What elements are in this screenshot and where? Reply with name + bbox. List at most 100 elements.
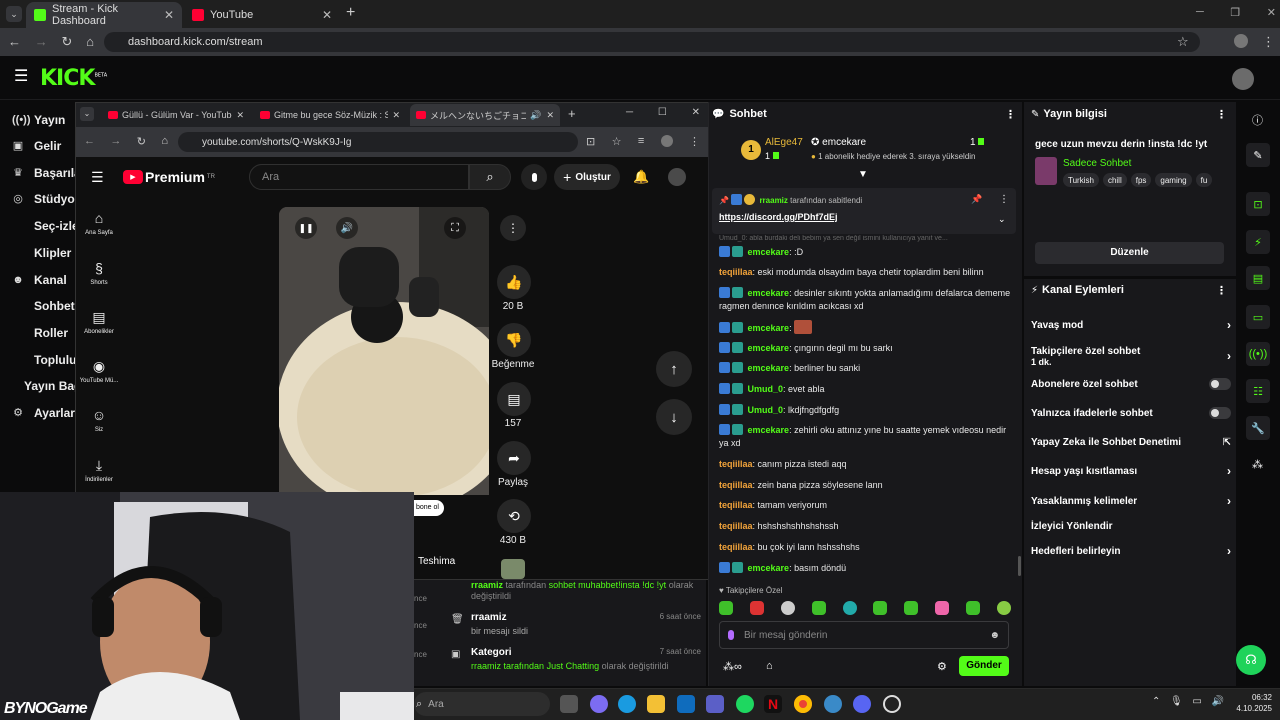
file-explorer-icon[interactable]	[647, 695, 665, 713]
store-icon[interactable]: ⌂	[766, 660, 773, 672]
minimize-icon[interactable]: ─	[1196, 6, 1204, 19]
microphone-icon[interactable]: 🎙	[1170, 696, 1183, 707]
unpin-icon[interactable]: 📌	[971, 194, 982, 205]
comments-button[interactable]: ▤	[497, 382, 531, 416]
microphone-icon[interactable]	[728, 630, 734, 640]
user-avatar[interactable]	[1232, 68, 1254, 90]
maximize-icon[interactable]: ❐	[1230, 6, 1240, 19]
nav-item-roller[interactable]: Roller	[34, 321, 68, 345]
channel-actions-menu-icon[interactable]: ⋮	[1216, 284, 1227, 297]
minimize-icon[interactable]: ─	[626, 107, 633, 118]
yt-tab-crepe[interactable]: メルヘンないちごチョコクレープ🔊✕	[410, 104, 560, 126]
new-tab-button[interactable]: +	[346, 4, 355, 22]
home-icon[interactable]: ⌂	[86, 34, 94, 50]
chat-message[interactable]: emcekare: desinler sıkıntı yokta anlamad…	[719, 287, 1011, 313]
yt-side-music[interactable]: ◉ YouTube Mü...	[73, 358, 125, 384]
audio-icon[interactable]: 🔊	[530, 110, 541, 121]
forward-icon[interactable]: →	[110, 135, 121, 148]
reload-icon[interactable]: ↻	[61, 34, 72, 50]
yt-side-subscriptions[interactable]: ▤ Abonelikler	[73, 309, 125, 335]
share-button[interactable]: ➦	[497, 441, 531, 475]
yt-voice-search-button[interactable]	[521, 164, 547, 190]
rail-layout-button[interactable]: ☷	[1246, 379, 1270, 403]
obs-icon[interactable]	[883, 695, 901, 713]
nav-item-studyo[interactable]: ◎ Stüdyo	[12, 187, 74, 211]
yt-window-controls[interactable]: ─ ☐ ✕	[626, 107, 700, 118]
yt-tab-gitme[interactable]: Gitme bu gece Söz-Müzik : Sa ✕	[254, 104, 406, 126]
chat-username[interactable]: emcekare	[748, 323, 790, 333]
nav-item-klipler[interactable]: Klipler	[34, 241, 71, 265]
yt-create-button[interactable]: + Oluştur	[554, 164, 620, 190]
nav-item-sec-izle[interactable]: Seç-izle	[34, 214, 79, 238]
support-button[interactable]: ☊	[1236, 645, 1266, 675]
fullscreen-icon[interactable]: ⛶	[444, 217, 466, 239]
tab-search-button[interactable]: ⌄	[6, 6, 22, 22]
chat-username[interactable]: emcekare	[748, 425, 790, 435]
pause-icon[interactable]: ❚❚	[295, 217, 317, 239]
close-icon[interactable]: ✕	[692, 107, 700, 118]
chat-message[interactable]: teqiillaa: hshshshshhshshssh	[719, 520, 1011, 533]
yt-user-avatar[interactable]	[668, 168, 686, 186]
chevron-up-icon[interactable]: ⌃	[1152, 696, 1160, 707]
bookmark-star-icon[interactable]: ☆	[1177, 34, 1189, 50]
sound-thumbnail[interactable]	[501, 559, 525, 579]
channel-action-item[interactable]: Yasaklanmış kelimeler ›	[1031, 493, 1231, 509]
discord-icon[interactable]	[853, 695, 871, 713]
chat-username[interactable]: emcekare	[748, 288, 790, 298]
nav-item-kanal[interactable]: ☻ Kanal	[12, 268, 66, 292]
next-short-button[interactable]: ↓	[656, 399, 692, 435]
teams-icon[interactable]	[706, 695, 724, 713]
forward-icon[interactable]: →	[35, 34, 48, 50]
chat-username[interactable]: teqiillaa	[719, 480, 753, 490]
chat-scrollbar[interactable]	[1018, 556, 1021, 576]
chat-username[interactable]: Umud_0	[748, 405, 784, 415]
home-icon[interactable]: ⌂	[161, 135, 168, 148]
rail-lightning-button[interactable]: ⚡	[1246, 230, 1270, 254]
stream-category[interactable]: Sadece Sohbet	[1063, 158, 1131, 169]
dislike-button[interactable]: 👎	[497, 323, 531, 357]
channel-action-item[interactable]: Yalnızca ifadelerle sohbet	[1031, 405, 1231, 421]
expand-pinned-icon[interactable]: ⌄	[998, 214, 1006, 225]
rail-broadcast-button[interactable]: ((•))	[1246, 342, 1270, 366]
chat-input[interactable]: Bir mesaj gönderin ☻	[719, 621, 1009, 649]
chat-tools-icon[interactable]: ⁂∞	[723, 660, 742, 673]
channel-action-item[interactable]: Hesap yaşı kısıtlaması ›	[1031, 463, 1231, 479]
emote-bar[interactable]	[719, 598, 1011, 618]
close-tab-icon[interactable]: ✕	[232, 110, 244, 121]
nav-buttons[interactable]: ← → ↻ ⌂	[8, 34, 94, 50]
chat-message[interactable]: Umud_0: lkdjfngdfgdfg	[719, 404, 1011, 417]
yt-side-shorts[interactable]: § Shorts	[73, 260, 125, 286]
edge-icon[interactable]	[618, 695, 636, 713]
chat-message[interactable]: teqiillaa: tamam veriyorum	[719, 499, 1011, 512]
chat-message[interactable]: emcekare: zehirli oku attınız yıne bu sa…	[719, 424, 1011, 450]
volume-icon[interactable]: 🔊	[336, 217, 358, 239]
yt-hamburger-icon[interactable]: ☰	[91, 169, 104, 186]
rail-edit-button[interactable]: ✎	[1246, 143, 1270, 167]
rail-chat-button[interactable]: ▭	[1246, 305, 1270, 329]
pinned-link[interactable]: https://discord.gg/PDhf7dEj	[719, 212, 838, 222]
spotify-icon[interactable]	[736, 695, 754, 713]
channel-action-item[interactable]: Takipçilere özel sohbet 1 dk. ›	[1031, 343, 1231, 369]
hamburger-menu-icon[interactable]: ☰	[14, 69, 28, 85]
app-icon[interactable]	[824, 695, 842, 713]
yt-logo[interactable]: ▶ Premium TR	[123, 169, 215, 185]
shorts-video[interactable]	[279, 207, 489, 495]
chat-username[interactable]: teqiillaa	[719, 459, 753, 469]
channel-action-item[interactable]: Yapay Zeka ile Sohbet Denetimi ⇱	[1031, 434, 1231, 450]
yt-side-home[interactable]: ⌂ Ana Sayfa	[73, 210, 125, 236]
window-controls[interactable]: ─ ❐ ✕	[1196, 6, 1276, 19]
install-icon[interactable]: ⊡	[586, 135, 595, 148]
yt-search-input[interactable]: Ara	[249, 164, 469, 190]
emote-icon[interactable]	[904, 601, 919, 615]
edit-stream-button[interactable]: Düzenle	[1035, 242, 1224, 264]
yt-address-bar[interactable]: youtube.com/shorts/Q-WskK9J-Ig	[178, 132, 578, 152]
back-icon[interactable]: ←	[84, 135, 95, 148]
chat-message[interactable]: teqiillaa: canım pizza istedi aqq	[719, 458, 1011, 471]
more-options-icon[interactable]: ⋮	[500, 215, 526, 241]
emote-icon[interactable]	[719, 601, 733, 615]
netflix-icon[interactable]: N	[764, 695, 782, 713]
close-icon[interactable]: ✕	[1267, 6, 1276, 19]
yt-search-button[interactable]: ⌕	[469, 164, 511, 190]
back-icon[interactable]: ←	[8, 34, 21, 50]
yt-side-you[interactable]: ☺ Siz	[73, 407, 125, 433]
